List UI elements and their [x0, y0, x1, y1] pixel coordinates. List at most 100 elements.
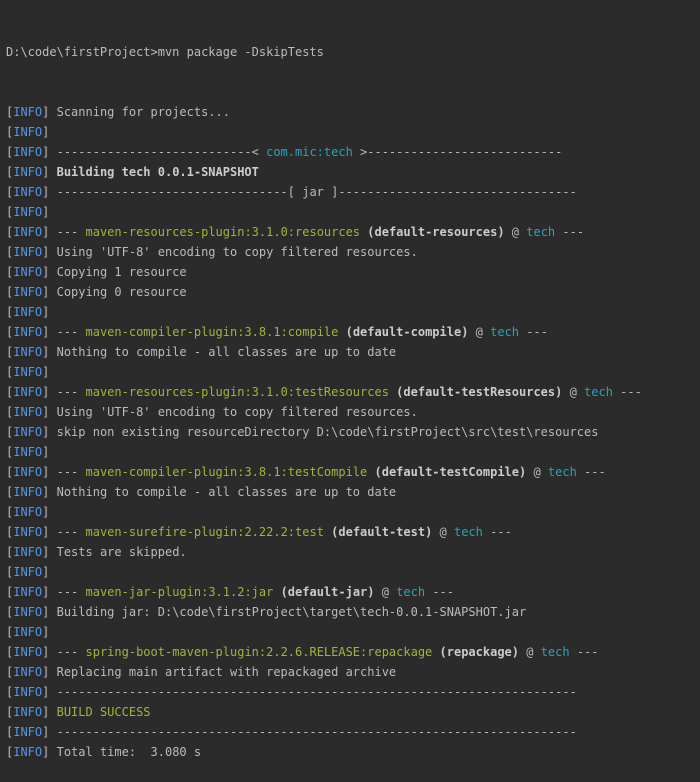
- log-tag-bracket: ]: [42, 425, 57, 439]
- log-text-segment: tech: [526, 225, 556, 239]
- log-level-tag: INFO: [13, 565, 43, 579]
- log-line: [INFO]: [6, 302, 700, 322]
- log-text-segment: ---: [56, 225, 86, 239]
- log-text-segment: ---: [482, 525, 512, 539]
- log-text-segment: ---: [56, 325, 86, 339]
- log-text-segment: (default-test): [331, 525, 433, 539]
- log-text-segment: (default-compile): [345, 325, 469, 339]
- log-text-segment: ----------------------------------------…: [56, 685, 577, 699]
- log-tag-bracket: ]: [42, 625, 57, 639]
- log-level-tag: INFO: [13, 105, 43, 119]
- log-text-segment: ---: [56, 585, 86, 599]
- log-line: [INFO] --- maven-jar-plugin:3.1.2:jar (d…: [6, 582, 700, 602]
- log-text-segment: @: [432, 525, 454, 539]
- log-tag-bracket: ]: [42, 485, 57, 499]
- log-tag-bracket: [: [6, 745, 14, 759]
- log-tag-bracket: [: [6, 705, 14, 719]
- log-level-tag: INFO: [13, 745, 43, 759]
- log-text-segment: Using 'UTF-8' encoding to copy filtered …: [56, 405, 418, 419]
- log-level-tag: INFO: [13, 225, 43, 239]
- log-text-segment: ---: [555, 225, 585, 239]
- log-line: [INFO] Replacing main artifact with repa…: [6, 662, 700, 682]
- log-tag-bracket: ]: [42, 685, 57, 699]
- log-text-segment: maven-jar-plugin:3.1.2:jar: [85, 585, 274, 599]
- log-text-segment: maven-surefire-plugin:2.22.2:test: [85, 525, 324, 539]
- log-text-segment: @: [468, 325, 491, 339]
- log-line: [INFO] BUILD SUCCESS: [6, 702, 700, 722]
- log-level-tag: INFO: [13, 525, 43, 539]
- log-level-tag: INFO: [13, 385, 43, 399]
- log-line: [INFO] ---------------------------------…: [6, 682, 700, 702]
- log-tag-bracket: ]: [42, 585, 57, 599]
- log-level-tag: INFO: [13, 285, 43, 299]
- log-line: [INFO] Scanning for projects...: [6, 102, 700, 122]
- log-tag-bracket: ]: [42, 745, 57, 759]
- log-line: [INFO] ---------------------------------…: [6, 722, 700, 742]
- log-line: [INFO] Nothing to compile - all classes …: [6, 342, 700, 362]
- log-text-segment: maven-compiler-plugin:3.8.1:testCompile: [85, 465, 368, 479]
- log-line: [INFO] --- maven-resources-plugin:3.1.0:…: [6, 222, 700, 242]
- log-tag-bracket: ]: [42, 605, 57, 619]
- log-level-tag: INFO: [13, 185, 43, 199]
- log-level-tag: INFO: [13, 165, 43, 179]
- log-text-segment: >---------------------------: [352, 145, 563, 159]
- log-level-tag: INFO: [13, 605, 43, 619]
- log-tag-bracket: ]: [42, 265, 57, 279]
- log-text-segment: (default-jar): [280, 585, 375, 599]
- log-tag-bracket: ]: [42, 645, 57, 659]
- log-text-segment: ---: [519, 325, 548, 339]
- log-text-segment: Scanning for projects...: [56, 105, 230, 119]
- log-line: [INFO] Using 'UTF-8' encoding to copy fi…: [6, 242, 700, 262]
- log-text-segment: Replacing main artifact with repackaged …: [56, 665, 397, 679]
- log-line: [INFO]: [6, 362, 700, 382]
- command-prompt-line: D:\code\firstProject>mvn package -DskipT…: [6, 45, 324, 59]
- log-level-tag: INFO: [13, 365, 43, 379]
- log-text-segment: ---: [56, 525, 86, 539]
- log-text-segment: (default-resources): [367, 225, 505, 239]
- log-tag-bracket: ]: [42, 465, 57, 479]
- log-text-segment: ---: [56, 645, 86, 659]
- log-text-segment: maven-compiler-plugin:3.8.1:compile: [85, 325, 339, 339]
- log-text-segment: Using 'UTF-8' encoding to copy filtered …: [56, 245, 418, 259]
- log-tag-bracket: ]: [42, 105, 57, 119]
- log-text-segment: Total time: 3.080 s: [56, 745, 202, 759]
- log-line: [INFO] Nothing to compile - all classes …: [6, 482, 700, 502]
- log-line: [INFO] --- maven-resources-plugin:3.1.0:…: [6, 382, 700, 402]
- log-level-tag: INFO: [13, 325, 43, 339]
- log-text-segment: Building jar: D:\code\firstProject\targe…: [56, 605, 527, 619]
- log-line: [INFO] Copying 0 resource: [6, 282, 700, 302]
- log-text-segment: [432, 645, 439, 659]
- log-line: [INFO] ---------------------------< com.…: [6, 142, 700, 162]
- log-line: [INFO]: [6, 202, 700, 222]
- log-line: [INFO]: [6, 122, 700, 142]
- log-text-segment: tech: [584, 385, 613, 399]
- log-text-segment: Nothing to compile - all classes are up …: [56, 485, 397, 499]
- log-line: [INFO]: [6, 502, 700, 522]
- log-tag-bracket: ]: [42, 285, 57, 299]
- log-text-segment: maven-resources-plugin:3.1.0:testResourc…: [85, 385, 389, 399]
- log-text-segment: (default-testCompile): [374, 465, 527, 479]
- log-tag-bracket: ]: [42, 525, 57, 539]
- log-level-tag: INFO: [13, 465, 43, 479]
- log-output: [INFO] Scanning for projects... [INFO] [I…: [6, 102, 700, 762]
- log-tag-bracket: ]: [42, 385, 57, 399]
- log-tag-bracket: ]: [42, 345, 57, 359]
- log-line: [INFO] Tests are skipped.: [6, 542, 700, 562]
- log-line: [INFO] Using 'UTF-8' encoding to copy fi…: [6, 402, 700, 422]
- log-text-segment: ---: [56, 385, 86, 399]
- log-level-tag: INFO: [13, 125, 43, 139]
- log-text-segment: tech: [540, 645, 570, 659]
- log-line: [INFO] Copying 1 resource: [6, 262, 700, 282]
- log-tag-bracket: ]: [42, 705, 57, 719]
- log-text-segment: Copying 1 resource: [56, 265, 187, 279]
- log-line: [INFO] --- spring-boot-maven-plugin:2.2.…: [6, 642, 700, 662]
- log-text-segment: com.mic:tech: [266, 145, 353, 159]
- log-text-segment: Building tech 0.0.1-SNAPSHOT: [56, 165, 259, 179]
- log-level-tag: INFO: [13, 145, 43, 159]
- log-text-segment: tech: [547, 465, 577, 479]
- log-line: [INFO] skip non existing resourceDirecto…: [6, 422, 700, 442]
- log-text-segment: @: [562, 385, 585, 399]
- log-text-segment: @: [504, 225, 527, 239]
- log-tag-bracket: ]: [42, 205, 57, 219]
- terminal-output[interactable]: D:\code\firstProject>mvn package -DskipT…: [0, 0, 700, 759]
